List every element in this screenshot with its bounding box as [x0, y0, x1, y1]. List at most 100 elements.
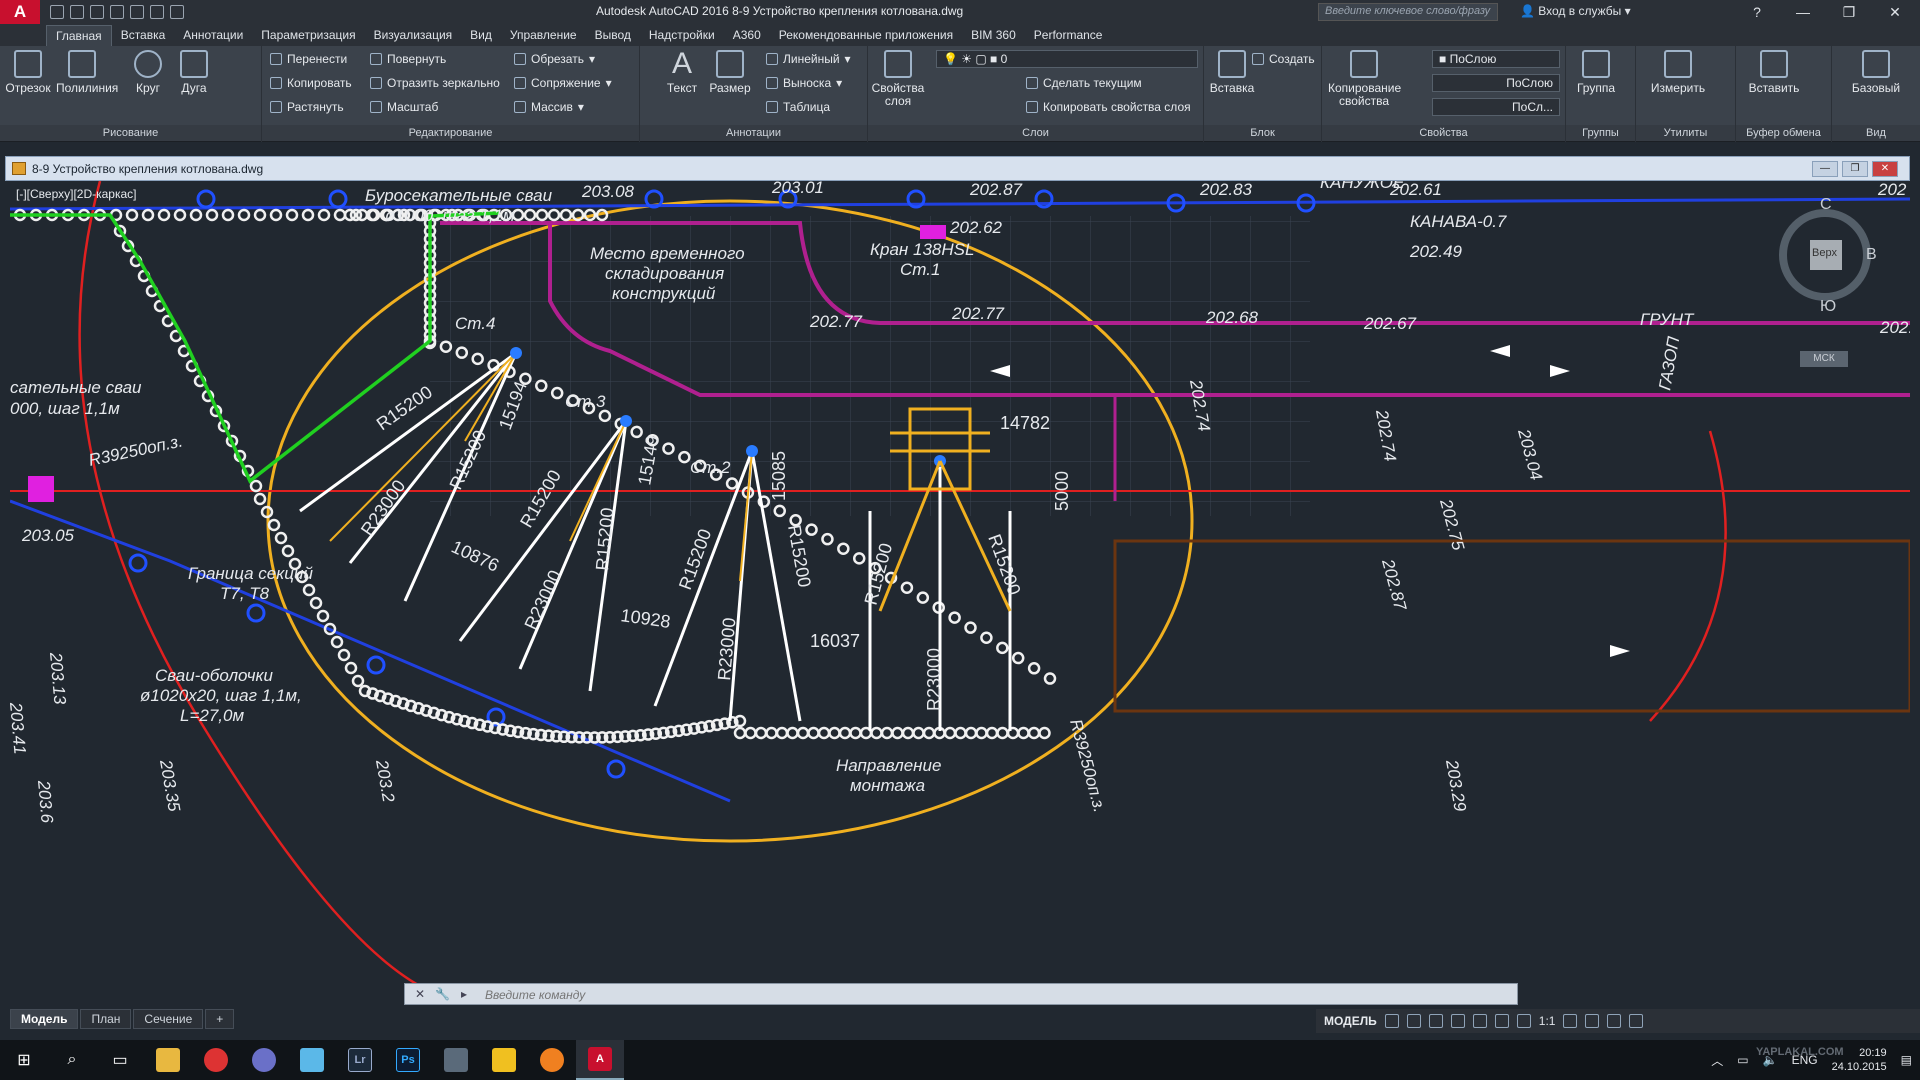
- measure-button[interactable]: Измерить: [1648, 50, 1708, 95]
- copy-button[interactable]: Копировать: [270, 76, 352, 90]
- customization-icon[interactable]: [1629, 1014, 1644, 1028]
- group-button[interactable]: Группа: [1570, 50, 1622, 95]
- print-icon[interactable]: [130, 5, 144, 19]
- tab-bim360[interactable]: BIM 360: [962, 25, 1025, 45]
- command-history-icon[interactable]: ▸: [461, 987, 467, 1001]
- trim-button[interactable]: Обрезать ▾: [514, 52, 595, 66]
- isolate-icon[interactable]: [1585, 1014, 1600, 1028]
- notifications-icon[interactable]: ▤: [1901, 1053, 1912, 1067]
- undo-icon[interactable]: [150, 5, 164, 19]
- rotate-button[interactable]: Повернуть: [370, 52, 446, 66]
- panel-groups-title[interactable]: Группы: [1566, 125, 1635, 141]
- headphones-button[interactable]: [528, 1040, 576, 1080]
- tab-featured-apps[interactable]: Рекомендованные приложения: [770, 25, 962, 45]
- app-menu-button[interactable]: A: [0, 0, 40, 24]
- viewcube-top-face[interactable]: Верх: [1812, 247, 1837, 259]
- panel-view-title[interactable]: Вид: [1832, 125, 1920, 141]
- circle-button[interactable]: Круг: [122, 50, 174, 95]
- tab-annotate[interactable]: Аннотации: [174, 25, 252, 45]
- annotation-scale-icon[interactable]: [1516, 1014, 1531, 1028]
- linetype-dropdown[interactable]: ПоСлою: [1432, 74, 1560, 92]
- layer-properties-button[interactable]: Свойства слоя: [868, 50, 928, 108]
- ortho-icon[interactable]: [1428, 1014, 1443, 1028]
- scale-button[interactable]: Масштаб: [370, 100, 438, 114]
- viewcube-east[interactable]: В: [1866, 246, 1877, 264]
- app-swirl-button[interactable]: [240, 1040, 288, 1080]
- photoshop-button[interactable]: Ps: [384, 1040, 432, 1080]
- array-button[interactable]: Массив ▾: [514, 100, 584, 114]
- tab-model[interactable]: Модель: [10, 1009, 79, 1029]
- tab-layout-section[interactable]: Сечение: [133, 1009, 204, 1029]
- search-input[interactable]: Введите ключевое слово/фразу: [1318, 3, 1498, 21]
- close-command-line-icon[interactable]: ✕: [415, 987, 425, 1001]
- layer-dropdown[interactable]: 💡 ☀ ▢ ■ 0: [936, 50, 1198, 68]
- doc-close-button[interactable]: ✕: [1872, 161, 1898, 177]
- panel-clipboard-title[interactable]: Буфер обмена: [1736, 125, 1831, 141]
- close-button[interactable]: ✕: [1872, 0, 1918, 24]
- create-block-button[interactable]: Создать: [1252, 52, 1315, 66]
- help-button[interactable]: ?: [1734, 0, 1780, 24]
- lightroom-button[interactable]: Lr: [336, 1040, 384, 1080]
- redo-icon[interactable]: [170, 5, 184, 19]
- stretch-button[interactable]: Растянуть: [270, 100, 344, 114]
- lineweight-dropdown[interactable]: ПоСл...: [1432, 98, 1560, 116]
- command-input[interactable]: [485, 987, 1505, 1002]
- match-properties-button[interactable]: Копирование свойства: [1328, 50, 1401, 108]
- tab-parametric[interactable]: Параметризация: [252, 25, 364, 45]
- lineweight-icon[interactable]: [1494, 1014, 1509, 1028]
- make-current-button[interactable]: Сделать текущим: [1026, 76, 1142, 90]
- line-button[interactable]: Отрезок: [2, 50, 54, 95]
- panel-annotation-title[interactable]: Аннотации: [640, 125, 867, 141]
- doc-restore-button[interactable]: ❐: [1842, 161, 1868, 177]
- maximize-button[interactable]: ❐: [1826, 0, 1872, 24]
- dimension-button[interactable]: Размер: [704, 50, 756, 95]
- scale-value[interactable]: 1:1: [1539, 1014, 1556, 1028]
- tab-visualize[interactable]: Визуализация: [365, 25, 462, 45]
- tab-output[interactable]: Вывод: [586, 25, 640, 45]
- save-as-icon[interactable]: [110, 5, 124, 19]
- leader-button[interactable]: Выноска ▾: [766, 76, 842, 90]
- polar-icon[interactable]: [1450, 1014, 1465, 1028]
- polyline-button[interactable]: Полилиния: [56, 50, 118, 95]
- workspace-gear-icon[interactable]: [1563, 1014, 1578, 1028]
- add-layout-button[interactable]: +: [205, 1009, 235, 1029]
- viewcube-north[interactable]: С: [1820, 196, 1832, 214]
- signin-button[interactable]: 👤 Вход в службы ▾: [1520, 4, 1631, 18]
- paste-button[interactable]: Вставить: [1748, 50, 1800, 95]
- new-file-icon[interactable]: [50, 5, 64, 19]
- tab-insert[interactable]: Вставка: [112, 25, 175, 45]
- tab-view[interactable]: Вид: [461, 25, 501, 45]
- tray-chevron-icon[interactable]: ︿: [1711, 1052, 1723, 1069]
- save-icon[interactable]: [90, 5, 104, 19]
- autocad-taskbar-button[interactable]: A: [576, 1040, 624, 1080]
- tab-home[interactable]: Главная: [46, 24, 112, 46]
- mirror-button[interactable]: Отразить зеркально: [370, 76, 500, 90]
- panel-utilities-title[interactable]: Утилиты: [1636, 125, 1735, 141]
- app-blue-button[interactable]: [288, 1040, 336, 1080]
- model-space-toggle[interactable]: МОДЕЛЬ: [1324, 1014, 1377, 1028]
- panel-draw-title[interactable]: Рисование: [0, 125, 261, 141]
- arc-button[interactable]: Дуга: [168, 50, 220, 95]
- tab-layout-plan[interactable]: План: [80, 1009, 132, 1029]
- panel-block-title[interactable]: Блок: [1204, 125, 1321, 141]
- grid-icon[interactable]: [1384, 1014, 1399, 1028]
- viewcube-south[interactable]: Ю: [1820, 298, 1836, 316]
- start-button[interactable]: ⊞: [0, 1040, 48, 1080]
- search-button[interactable]: ⌕: [48, 1040, 96, 1080]
- viewcube[interactable]: С В Ю Верх: [1770, 196, 1880, 315]
- tab-addins[interactable]: Надстройки: [640, 25, 724, 45]
- fillet-button[interactable]: Сопряжение ▾: [514, 76, 612, 90]
- explorer-button[interactable]: [144, 1040, 192, 1080]
- panel-properties-title[interactable]: Свойства: [1322, 125, 1565, 141]
- panel-modify-title[interactable]: Редактирование: [262, 125, 639, 141]
- move-button[interactable]: Перенести: [270, 52, 347, 66]
- viewport-controls[interactable]: [-][Сверху][2D-каркас]: [16, 187, 137, 201]
- open-file-icon[interactable]: [70, 5, 84, 19]
- tab-performance[interactable]: Performance: [1025, 25, 1112, 45]
- drawing-canvas[interactable]: Буросекательные сваи ø1000, шаг 1,1м сат…: [10, 181, 1910, 1001]
- doc-minimize-button[interactable]: —: [1812, 161, 1838, 177]
- app-window-button[interactable]: [432, 1040, 480, 1080]
- fullscreen-icon[interactable]: [1607, 1014, 1622, 1028]
- text-button[interactable]: A Текст: [656, 49, 708, 95]
- linear-dim-button[interactable]: Линейный ▾: [766, 52, 851, 66]
